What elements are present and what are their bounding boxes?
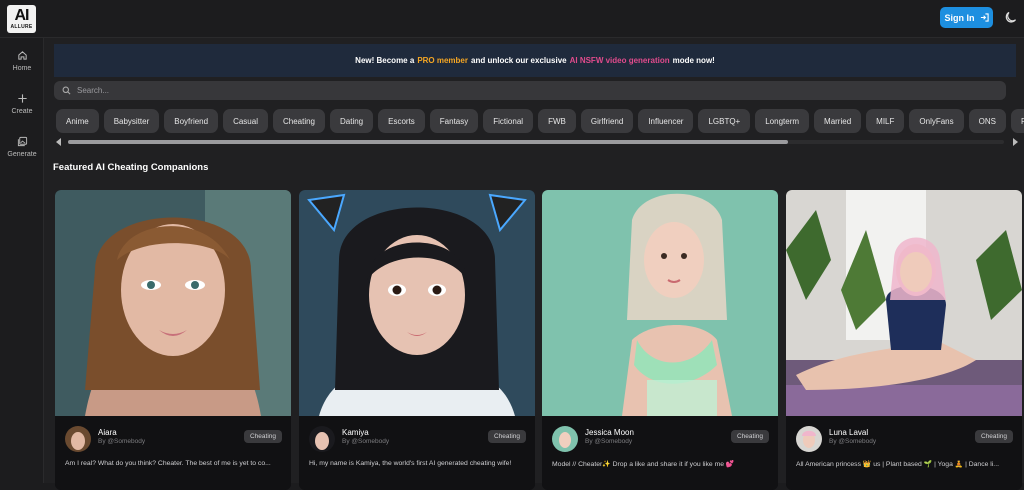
- tag-fictional[interactable]: Fictional: [483, 109, 534, 133]
- tag-escorts[interactable]: Escorts: [378, 109, 425, 133]
- companion-author[interactable]: By @Somebody: [585, 438, 632, 445]
- companion-author[interactable]: By @Somebody: [829, 438, 876, 445]
- companion-name[interactable]: Aiara: [98, 428, 117, 437]
- companion-card[interactable]: Luna Laval By @Somebody Cheating All Ame…: [786, 190, 1022, 490]
- companion-name[interactable]: Luna Laval: [829, 428, 868, 437]
- tag-anime[interactable]: Anime: [56, 109, 99, 133]
- sidebar-item-generate[interactable]: Generate: [0, 136, 44, 158]
- avatar[interactable]: [65, 426, 91, 452]
- search-bar[interactable]: [54, 81, 1006, 100]
- tag-lgbtq-[interactable]: LGBTQ+: [698, 109, 751, 133]
- banner-video-link[interactable]: AI NSFW video generation: [570, 56, 670, 65]
- tag-porns[interactable]: Porns: [1010, 109, 1024, 133]
- images-icon: [17, 136, 27, 147]
- scroll-right-icon[interactable]: [1013, 138, 1018, 146]
- companion-description: All American princess 👑 us | Plant based…: [796, 461, 999, 468]
- banner-middle: and unlock our exclusive: [471, 56, 567, 65]
- tag-onlyfans[interactable]: OnlyFans: [909, 109, 964, 133]
- category-badge: Cheating: [730, 430, 769, 443]
- companion-photo[interactable]: [299, 190, 535, 416]
- companion-name[interactable]: Jessica Moon: [585, 428, 634, 437]
- home-icon: [17, 51, 27, 60]
- companion-card[interactable]: Kamiya By @Somebody Cheating Hi, my name…: [299, 190, 535, 490]
- banner-pro-link[interactable]: PRO member: [417, 56, 468, 65]
- card-info: Jessica Moon By @Somebody Cheating Model…: [542, 416, 778, 490]
- companion-author[interactable]: By @Somebody: [342, 438, 389, 445]
- scroll-left-icon[interactable]: [56, 138, 61, 146]
- tag-dating[interactable]: Dating: [330, 109, 374, 133]
- companion-photo[interactable]: [542, 190, 778, 416]
- tag-fwb[interactable]: FWB: [538, 109, 576, 133]
- tag-cheating[interactable]: Cheating: [272, 109, 325, 133]
- sidebar: Home Create Generate: [0, 38, 44, 483]
- companion-card[interactable]: Aiara By @Somebody Cheating Am I real? W…: [55, 190, 291, 490]
- search-icon: [62, 86, 71, 95]
- category-badge: Cheating: [487, 430, 526, 443]
- sidebar-item-home[interactable]: Home: [0, 50, 44, 72]
- promo-banner[interactable]: New! Become a PRO member and unlock our …: [54, 44, 1016, 77]
- card-info: Luna Laval By @Somebody Cheating All Ame…: [786, 416, 1022, 490]
- tag-milf[interactable]: MILF: [866, 109, 905, 133]
- main-content: New! Become a PRO member and unlock our …: [44, 38, 1024, 490]
- tag-girlfriend[interactable]: Girlfriend: [580, 109, 634, 133]
- tag-casual[interactable]: Casual: [223, 109, 268, 133]
- logo-subtext: ALLURE: [10, 24, 33, 30]
- sidebar-item-create[interactable]: Create: [0, 93, 44, 115]
- moon-icon[interactable]: [1005, 10, 1019, 24]
- tag-influencer[interactable]: Influencer: [638, 109, 694, 133]
- companion-card[interactable]: Jessica Moon By @Somebody Cheating Model…: [542, 190, 778, 490]
- tag-married[interactable]: Married: [814, 109, 862, 133]
- companion-description: Am I real? What do you think? Cheater. T…: [65, 460, 271, 467]
- card-info: Kamiya By @Somebody Cheating Hi, my name…: [299, 416, 535, 490]
- companion-description: Model // Cheater✨ Drop a like and share …: [552, 461, 735, 468]
- companion-photo[interactable]: [55, 190, 291, 416]
- logo-text: AI: [14, 7, 30, 24]
- avatar[interactable]: [309, 426, 335, 452]
- sign-in-label: Sign In: [944, 12, 975, 23]
- companion-cards: Aiara By @Somebody Cheating Am I real? W…: [55, 190, 1024, 490]
- banner-suffix: mode now!: [672, 56, 715, 65]
- sign-in-button[interactable]: Sign In: [940, 7, 993, 28]
- search-input[interactable]: [77, 86, 977, 95]
- tags-scrollbar[interactable]: [56, 138, 1018, 146]
- tag-longterm[interactable]: Longterm: [755, 109, 810, 133]
- plus-icon: [17, 94, 27, 103]
- sidebar-item-label: Create: [11, 108, 33, 115]
- category-badge: Cheating: [974, 430, 1013, 443]
- scrollbar-thumb[interactable]: [68, 140, 788, 144]
- tag-boyfriend[interactable]: Boyfriend: [164, 109, 219, 133]
- banner-prefix: New! Become a: [355, 56, 415, 65]
- sidebar-item-label: Generate: [7, 151, 37, 158]
- avatar[interactable]: [552, 426, 578, 452]
- card-info: Aiara By @Somebody Cheating Am I real? W…: [55, 416, 291, 490]
- tag-babysitter[interactable]: Babysitter: [103, 109, 160, 133]
- companion-author[interactable]: By @Somebody: [98, 438, 145, 445]
- companion-photo[interactable]: [786, 190, 1022, 416]
- top-bar: AI ALLURE Sign In: [0, 0, 1024, 38]
- sign-in-icon: [980, 13, 989, 22]
- sidebar-item-label: Home: [12, 65, 32, 72]
- companion-description: Hi, my name is Kamiya, the world's first…: [309, 460, 512, 467]
- avatar[interactable]: [796, 426, 822, 452]
- section-title: Featured AI Cheating Companions: [53, 162, 209, 173]
- category-tags: Anime Babysitter Boyfriend Casual Cheating Da…: [56, 109, 1024, 134]
- companion-name[interactable]: Kamiya: [342, 428, 369, 437]
- tag-fantasy[interactable]: Fantasy: [429, 109, 479, 133]
- category-badge: Cheating: [243, 430, 282, 443]
- tag-ons[interactable]: ONS: [968, 109, 1006, 133]
- app-logo[interactable]: AI ALLURE: [7, 5, 36, 33]
